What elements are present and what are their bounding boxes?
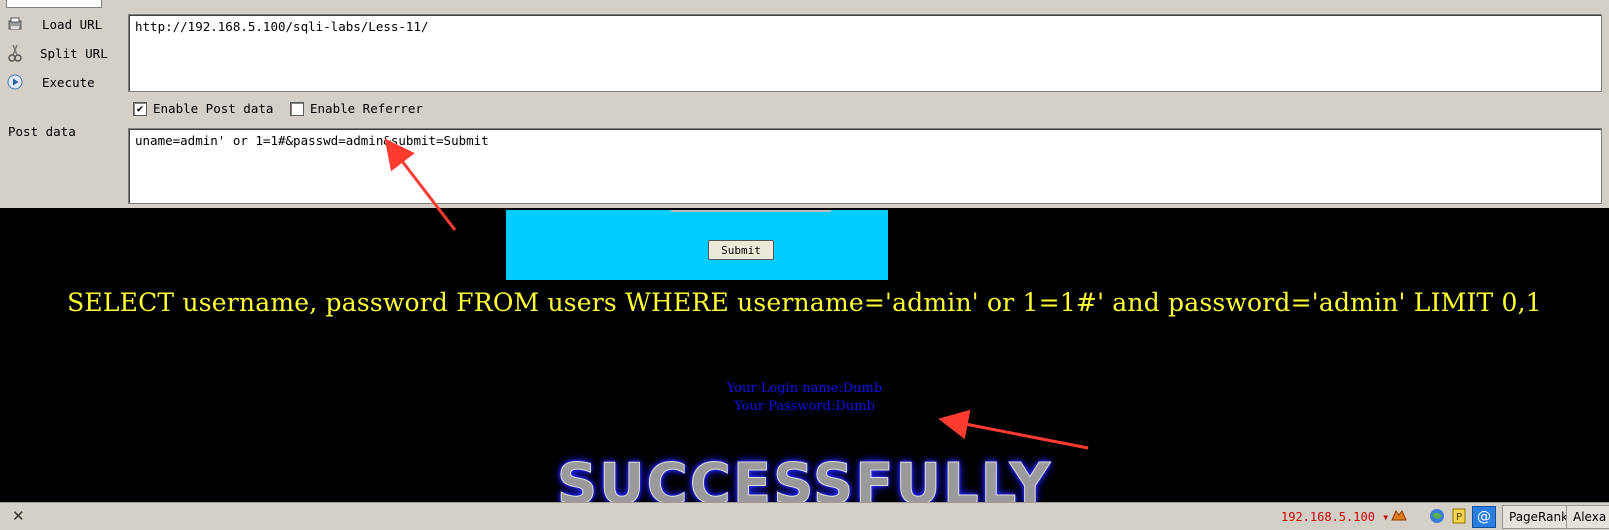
split-url-label: Split URL bbox=[40, 45, 108, 61]
enable-referrer-label: Enable Referrer bbox=[310, 101, 423, 116]
web-content: Submit SELECT username, password FROM us… bbox=[0, 208, 1609, 502]
fox-icon[interactable] bbox=[1390, 507, 1408, 525]
load-url-button[interactable]: Load URL bbox=[6, 12, 116, 36]
enable-post-label: Enable Post data bbox=[153, 101, 274, 116]
form-field-edge bbox=[671, 210, 831, 212]
login-form: Submit bbox=[506, 210, 888, 280]
p-icon[interactable]: P bbox=[1450, 507, 1468, 525]
login-name-text: Your Login name:Dumb bbox=[726, 381, 883, 396]
submit-button[interactable]: Submit bbox=[708, 240, 774, 260]
load-url-icon bbox=[6, 15, 24, 33]
close-icon[interactable]: ✕ bbox=[12, 507, 25, 525]
play-icon bbox=[6, 73, 24, 91]
enable-post-checkbox[interactable]: ✔ bbox=[133, 101, 147, 116]
sql-query-text: SELECT username, password FROM users WHE… bbox=[67, 288, 1542, 317]
svg-text:P: P bbox=[1456, 512, 1462, 523]
at-sign-icon[interactable]: @ bbox=[1472, 506, 1496, 528]
status-bar: ✕ 192.168.5.100 ▾ P @ PageRank Alexa bbox=[0, 502, 1609, 530]
login-password-text: Your Password:Dumb bbox=[734, 399, 875, 414]
post-data-label: Post data bbox=[8, 124, 76, 139]
split-url-button[interactable]: Split URL bbox=[6, 41, 116, 65]
enable-referrer-checkbox[interactable] bbox=[290, 101, 304, 116]
globe-icon[interactable] bbox=[1428, 507, 1446, 525]
top-toolbar-strip bbox=[0, 0, 1609, 8]
enable-referrer-toggle[interactable]: Enable Referrer bbox=[290, 101, 423, 116]
top-dropdown[interactable] bbox=[6, 0, 102, 8]
ip-address[interactable]: 192.168.5.100 ▾ bbox=[1281, 510, 1389, 524]
enable-post-toggle[interactable]: ✔ Enable Post data bbox=[133, 101, 273, 116]
success-banner: SUCCESSFULLY bbox=[556, 452, 1053, 503]
url-textarea[interactable]: http://192.168.5.100/sqli-labs/Less-11/ bbox=[128, 14, 1602, 92]
scissors-icon bbox=[6, 44, 24, 62]
ip-text: 192.168.5.100 bbox=[1281, 510, 1375, 524]
hackbar-panel: Load URL Split URL Execute http://192.16… bbox=[0, 0, 1609, 209]
post-data-textarea[interactable]: uname=admin' or 1=1#&passwd=admin&submit… bbox=[128, 128, 1602, 204]
load-url-label: Load URL bbox=[42, 16, 103, 32]
login-result: Your Login name:Dumb Your Password:Dumb bbox=[0, 380, 1609, 416]
execute-button[interactable]: Execute bbox=[6, 70, 116, 94]
pagerank-button[interactable]: PageRank bbox=[1502, 505, 1576, 529]
alexa-button[interactable]: Alexa bbox=[1566, 505, 1609, 529]
execute-label: Execute bbox=[42, 74, 95, 90]
